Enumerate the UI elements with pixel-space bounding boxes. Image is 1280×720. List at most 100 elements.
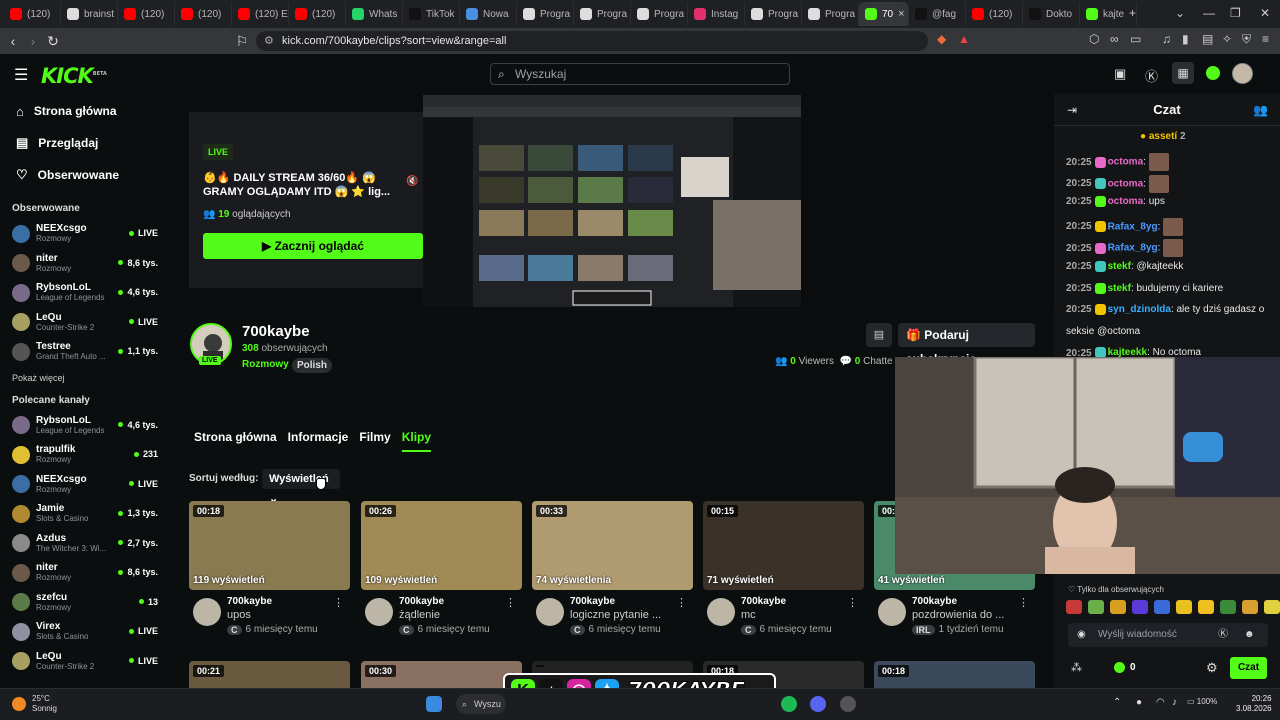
- sidebar-channel[interactable]: Virex Slots & Casino LIVE: [0, 617, 170, 647]
- channel-tab[interactable]: Klipy: [401, 430, 432, 452]
- browser-tab[interactable]: (120): [118, 2, 175, 26]
- show-more-link[interactable]: Pokaż więcej: [0, 367, 170, 389]
- browser-tab[interactable]: 70 ×: [859, 2, 909, 26]
- windows-start-icon[interactable]: [426, 696, 442, 712]
- clip-thumbnail[interactable]: 00:18 119 wyświetleń: [189, 501, 350, 590]
- chat-input[interactable]: ◉ Wyślij wiadomość Ⓚ ☻: [1068, 623, 1268, 647]
- clip-card[interactable]: 00:26 109 wyświetleń 700kaybe żądlenie C 6 mi…: [361, 501, 522, 640]
- link-icon[interactable]: ∞: [1110, 32, 1119, 46]
- menu-icon[interactable]: ≡: [1262, 32, 1269, 46]
- chat-username[interactable]: stekf: [1108, 283, 1131, 294]
- taskbar-search[interactable]: ⌕ Wyszu: [456, 694, 506, 714]
- chat-users-icon[interactable]: 👥: [1253, 103, 1268, 117]
- clip-thumbnail[interactable]: 00:33 74 wyświetlenia: [532, 501, 693, 590]
- smiley-icon[interactable]: ☻: [1244, 623, 1255, 647]
- channel-category[interactable]: Rozmowy: [242, 359, 289, 370]
- browser-tab[interactable]: Dokto: [1023, 2, 1080, 26]
- sidebar-channel[interactable]: trapulfik Rozmowy 231: [0, 440, 170, 470]
- more-options-icon[interactable]: ⋮: [676, 596, 687, 609]
- stream-preview-image[interactable]: [423, 95, 801, 307]
- volume-icon[interactable]: ♪: [1172, 697, 1177, 708]
- emote-icon[interactable]: [1198, 600, 1214, 614]
- close-window-icon[interactable]: ✕: [1260, 6, 1270, 20]
- clip-thumbnail[interactable]: 00:26 109 wyświetleń: [361, 501, 522, 590]
- back-icon[interactable]: ‹: [3, 33, 23, 49]
- clip-thumbnail[interactable]: 00:15 71 wyświetleń: [703, 501, 864, 590]
- browser-tab[interactable]: Whats: [346, 2, 403, 26]
- chat-settings-icon[interactable]: ⚙: [1206, 660, 1218, 676]
- emote-icon[interactable]: [1154, 600, 1170, 614]
- sidebar-channel[interactable]: niter Rozmowy 8,6 tys.: [0, 558, 170, 588]
- browser-tab[interactable]: (120) E: [232, 2, 289, 26]
- chat-actions-icon[interactable]: ⁂: [1071, 661, 1082, 674]
- browser-tab[interactable]: Progra: [745, 2, 802, 26]
- dashboard-icon[interactable]: ▦: [1172, 62, 1194, 84]
- discord-icon[interactable]: [810, 696, 826, 712]
- sidebar-channel[interactable]: LeQu Counter-Strike 2 LIVE: [0, 647, 170, 677]
- browser-tab[interactable]: (120): [289, 2, 346, 26]
- tab-search-icon[interactable]: ⌄: [1175, 6, 1185, 20]
- channel-tab[interactable]: Informacje: [288, 430, 349, 452]
- clip-card[interactable]: 00:18: [874, 661, 1035, 688]
- emote-icon[interactable]: [1176, 600, 1192, 614]
- cast-icon[interactable]: ▭: [1130, 32, 1141, 46]
- gift-subs-button[interactable]: 🎁 Podaruj subskrypcje: [898, 323, 1035, 366]
- sidebar-channel[interactable]: NEEXcsgo Rozmowy LIVE: [0, 219, 170, 249]
- maximize-icon[interactable]: ❐: [1230, 6, 1241, 20]
- kick-points-icon[interactable]: [1206, 66, 1220, 80]
- sidebar-channel[interactable]: Testree Grand Theft Auto ... 1,1 tys.: [0, 337, 170, 367]
- sort-select[interactable]: Wyświetleń ⌄: [262, 469, 340, 505]
- browser-tab[interactable]: TikTok: [403, 2, 460, 26]
- channel-tab[interactable]: Filmy: [359, 430, 390, 452]
- mic-icon[interactable]: ●: [1136, 697, 1142, 708]
- user-avatar[interactable]: [1232, 63, 1253, 84]
- emote-icon[interactable]: [1264, 600, 1280, 614]
- bookmark-icon[interactable]: ⚐: [232, 33, 252, 50]
- tray-chevron-icon[interactable]: ⌃: [1113, 697, 1121, 708]
- browser-tab[interactable]: (120): [175, 2, 232, 26]
- clip-card[interactable]: 00:30: [361, 661, 522, 688]
- sidebar-nav-item[interactable]: ⌂ Strona główna: [0, 95, 170, 127]
- language-tag[interactable]: Polish: [292, 358, 333, 373]
- emote-icon[interactable]: [1110, 600, 1126, 614]
- mute-icon[interactable]: 🔇: [406, 176, 418, 187]
- browser-tab[interactable]: Instag: [688, 2, 745, 26]
- sidebar-icon[interactable]: ▮: [1182, 32, 1189, 46]
- sidebar-nav-item[interactable]: ♡ Obserwowane: [0, 159, 170, 191]
- clip-card[interactable]: 00:15 71 wyświetleń 700kaybe mc C 6 miesięcy …: [703, 501, 864, 640]
- emote-icon[interactable]: [1220, 600, 1236, 614]
- emote-icon[interactable]: [1066, 600, 1082, 614]
- collapse-chat-icon[interactable]: ⇥: [1067, 103, 1077, 117]
- leo-icon[interactable]: ✧: [1222, 32, 1232, 46]
- translate-icon[interactable]: Ⓚ: [1145, 66, 1158, 85]
- more-options-icon[interactable]: ⋮: [505, 596, 516, 609]
- close-tab-icon[interactable]: ×: [898, 8, 904, 20]
- emote-icon[interactable]: [1242, 600, 1258, 614]
- more-options-icon[interactable]: ⋮: [1018, 596, 1029, 609]
- sidebar-channel[interactable]: Jamie Slots & Casino 1,3 tys.: [0, 499, 170, 529]
- kick-logo[interactable]: KICKBETA: [41, 64, 107, 88]
- chat-username[interactable]: octoma: [1108, 196, 1144, 207]
- hamburger-icon[interactable]: ☰: [14, 65, 28, 85]
- sidebar-channel[interactable]: szefcu Rozmowy 13: [0, 588, 170, 618]
- sidebar-channel[interactable]: niter Rozmowy 8,6 tys.: [0, 249, 170, 279]
- browser-tab[interactable]: Progra: [802, 2, 859, 26]
- wifi-icon[interactable]: ◠: [1156, 697, 1165, 708]
- clip-card[interactable]: 00:21: [189, 661, 350, 688]
- minimize-icon[interactable]: —: [1203, 6, 1215, 20]
- more-options-icon[interactable]: ⋮: [847, 596, 858, 609]
- chat-username[interactable]: syn_dzinolda: [1108, 304, 1171, 315]
- wallet-icon[interactable]: ▤: [1202, 32, 1213, 46]
- spotify-icon[interactable]: [781, 696, 797, 712]
- start-watching-button[interactable]: ▶ Zacznij oglądać: [203, 233, 423, 259]
- browser-tab[interactable]: Nowa: [460, 2, 517, 26]
- clip-card[interactable]: 00:18 119 wyświetleń 700kaybe upos C 6 miesię…: [189, 501, 350, 640]
- browser-tab[interactable]: (120): [966, 2, 1023, 26]
- browser-tab[interactable]: brainst: [61, 2, 118, 26]
- chat-username[interactable]: Rafax_8yg: [1108, 243, 1158, 254]
- chat-username[interactable]: octoma: [1108, 157, 1144, 168]
- taskbar-clock[interactable]: 20:26 3.08.2026: [1236, 694, 1272, 714]
- new-tab-button[interactable]: +: [1129, 6, 1136, 20]
- channel-tab[interactable]: Strona główna: [194, 430, 277, 452]
- chat-username[interactable]: Rafax_8yg: [1108, 221, 1158, 232]
